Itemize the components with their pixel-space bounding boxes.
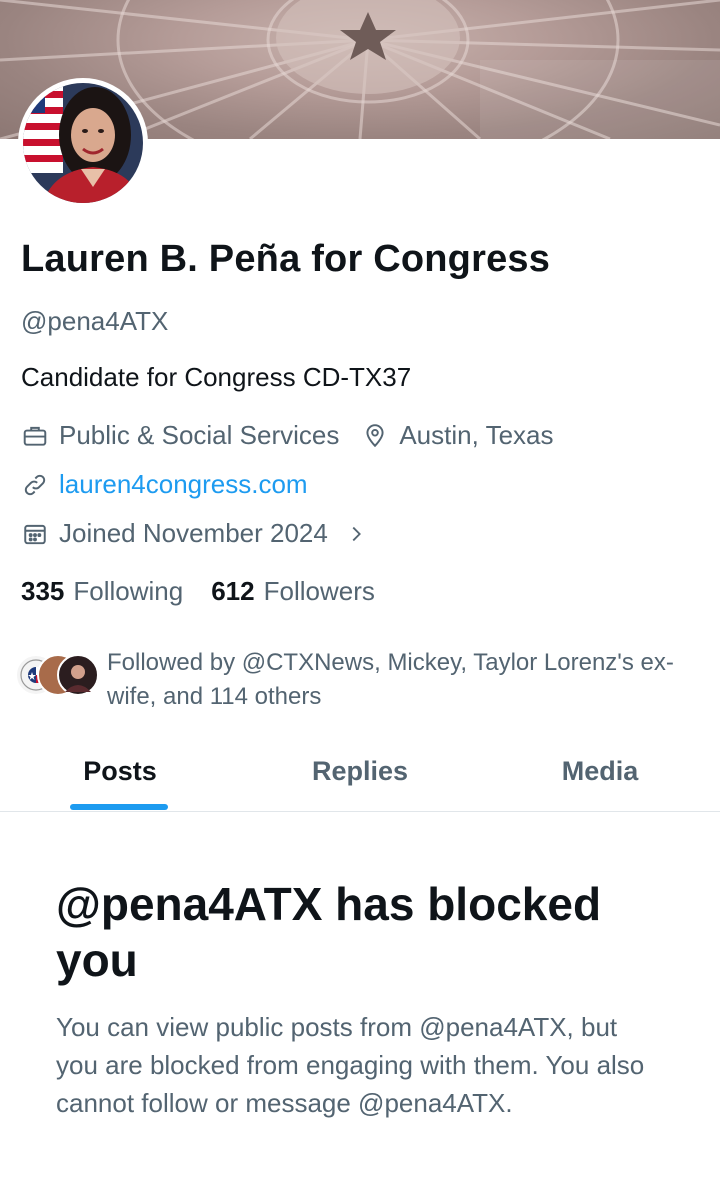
blocked-title: @pena4ATX has blocked you [56, 878, 602, 986]
followers-count[interactable]: 612 Followers [211, 576, 375, 607]
followed-by-text: Followed by @CTXNews, Mickey, Taylor Lor… [107, 649, 674, 710]
avatar-photo [23, 83, 143, 203]
profile-website-row[interactable]: lauren4congress.com [21, 469, 308, 500]
profile-meta-row: Public & Social Services Austin, Texas [21, 420, 554, 451]
followed-by-avatars [15, 646, 99, 696]
profile-tabs: Posts Replies Media [0, 740, 720, 812]
tab-media[interactable]: Media [480, 740, 720, 811]
profile-joined: Joined November 2024 [59, 518, 328, 548]
profile-handle: @pena4ATX [21, 306, 169, 336]
profile-bio: Candidate for Congress CD-TX37 [21, 362, 412, 392]
chevron-right-icon[interactable] [342, 520, 370, 548]
profile-name: Lauren B. Peña for Congress [21, 238, 551, 280]
profile-location: Austin, Texas [399, 420, 554, 450]
briefcase-icon [21, 422, 49, 450]
profile-joined-row[interactable]: Joined November 2024 [21, 518, 380, 549]
profile-category: Public & Social Services [59, 420, 340, 450]
calendar-icon [21, 520, 49, 548]
follow-counts: 335 Following 612 Followers [21, 576, 375, 607]
following-count[interactable]: 335 Following [21, 576, 183, 607]
followed-by[interactable]: Followed by @CTXNews, Mickey, Taylor Lor… [15, 646, 674, 710]
follower-avatar [57, 654, 99, 696]
link-icon [21, 471, 49, 499]
tab-replies[interactable]: Replies [240, 740, 480, 811]
active-tab-indicator [70, 804, 168, 810]
profile-website-link[interactable]: lauren4congress.com [59, 469, 308, 500]
blocked-body: You can view public posts from @pena4ATX… [56, 1012, 645, 1118]
profile-avatar[interactable] [18, 78, 148, 208]
tab-posts[interactable]: Posts [0, 740, 240, 811]
map-pin-icon [361, 422, 389, 450]
